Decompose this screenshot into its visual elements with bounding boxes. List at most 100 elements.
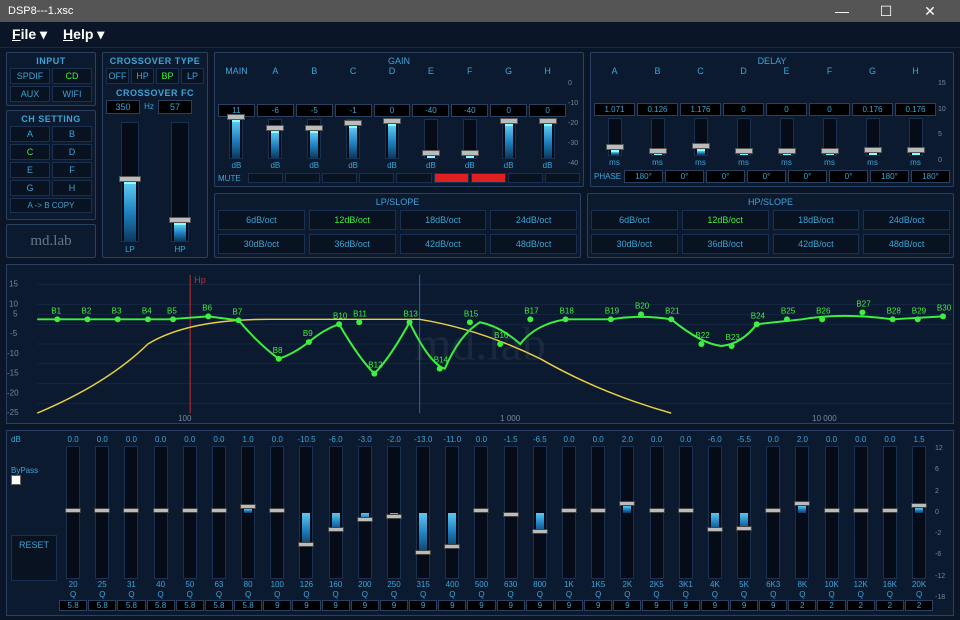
delay-slider-A[interactable] — [608, 118, 622, 157]
mute-7[interactable] — [508, 173, 543, 183]
eq-slider-9[interactable] — [329, 446, 343, 579]
ch-G[interactable]: G — [10, 180, 50, 196]
eq-slider-8[interactable] — [299, 446, 313, 579]
xover-hp-slider[interactable] — [171, 122, 189, 242]
eq-q-12[interactable]: 9 — [409, 600, 437, 611]
gain-value-E[interactable]: -40 — [412, 104, 449, 117]
eq-q-20[interactable]: 9 — [642, 600, 670, 611]
xover-type-lp[interactable]: LP — [181, 68, 204, 84]
delay-value-C[interactable]: 1.176 — [680, 103, 721, 116]
eq-slider-1[interactable] — [95, 446, 109, 579]
eq-q-10[interactable]: 9 — [351, 600, 379, 611]
gain-slider-D[interactable] — [385, 119, 399, 159]
menu-help[interactable]: Help ▾ — [57, 24, 110, 45]
eq-slider-4[interactable] — [183, 446, 197, 579]
eq-slider-13[interactable] — [445, 446, 459, 579]
bypass-checkbox[interactable] — [11, 475, 21, 485]
eq-slider-24[interactable] — [766, 446, 780, 579]
mute-8[interactable] — [545, 173, 580, 183]
eq-slider-16[interactable] — [533, 446, 547, 579]
eq-q-19[interactable]: 9 — [613, 600, 641, 611]
delay-slider-E[interactable] — [780, 118, 794, 157]
freq-response-graph[interactable]: md.lab 15105-5-10-15-20-25 1001 00010 00… — [6, 264, 954, 424]
gain-value-A[interactable]: -6 — [257, 104, 294, 117]
phase-0[interactable]: 180° — [624, 170, 663, 183]
phase-7[interactable]: 180° — [911, 170, 950, 183]
mute-1[interactable] — [285, 173, 320, 183]
delay-slider-G[interactable] — [866, 118, 880, 157]
lp-slope-7[interactable]: 48dB/oct — [490, 234, 577, 254]
ch-C[interactable]: C — [10, 144, 50, 160]
gain-value-F[interactable]: -40 — [451, 104, 488, 117]
gain-slider-H[interactable] — [541, 119, 555, 159]
input-spdif[interactable]: SPDIF — [10, 68, 50, 84]
gain-slider-F[interactable] — [463, 119, 477, 159]
gain-slider-A[interactable] — [268, 119, 282, 159]
gain-value-C[interactable]: -1 — [335, 104, 372, 117]
eq-q-21[interactable]: 9 — [672, 600, 700, 611]
eq-q-14[interactable]: 9 — [467, 600, 495, 611]
phase-5[interactable]: 0° — [829, 170, 868, 183]
lp-slope-3[interactable]: 24dB/oct — [490, 210, 577, 230]
delay-slider-F[interactable] — [823, 118, 837, 157]
eq-slider-10[interactable] — [358, 446, 372, 579]
eq-q-8[interactable]: 9 — [292, 600, 320, 611]
ch-D[interactable]: D — [52, 144, 92, 160]
xover-lp-slider[interactable] — [121, 122, 139, 242]
ab-copy-button[interactable]: A -> B COPY — [10, 198, 92, 213]
gain-slider-E[interactable] — [424, 119, 438, 159]
hp-slope-7[interactable]: 48dB/oct — [863, 234, 950, 254]
gain-value-G[interactable]: 0 — [490, 104, 527, 117]
xover-type-hp[interactable]: HP — [131, 68, 154, 84]
gain-slider-G[interactable] — [502, 119, 516, 159]
phase-1[interactable]: 0° — [665, 170, 704, 183]
maximize-icon[interactable]: ☐ — [864, 1, 908, 21]
eq-slider-11[interactable] — [387, 446, 401, 579]
ch-B[interactable]: B — [52, 126, 92, 142]
delay-value-H[interactable]: 0.176 — [895, 103, 936, 116]
phase-2[interactable]: 0° — [706, 170, 745, 183]
phase-4[interactable]: 0° — [788, 170, 827, 183]
hp-slope-3[interactable]: 24dB/oct — [863, 210, 950, 230]
hp-slope-1[interactable]: 12dB/oct — [682, 210, 769, 230]
mute-3[interactable] — [359, 173, 394, 183]
eq-slider-26[interactable] — [825, 446, 839, 579]
eq-q-18[interactable]: 9 — [584, 600, 612, 611]
mute-2[interactable] — [322, 173, 357, 183]
mute-6[interactable] — [471, 173, 506, 183]
eq-slider-15[interactable] — [504, 446, 518, 579]
lp-slope-4[interactable]: 30dB/oct — [218, 234, 305, 254]
lp-slope-5[interactable]: 36dB/oct — [309, 234, 396, 254]
delay-slider-H[interactable] — [909, 118, 923, 157]
gain-slider-MAIN[interactable] — [229, 119, 243, 159]
delay-slider-C[interactable] — [694, 118, 708, 157]
eq-q-13[interactable]: 9 — [438, 600, 466, 611]
eq-slider-22[interactable] — [708, 446, 722, 579]
eq-slider-6[interactable] — [241, 446, 255, 579]
ch-A[interactable]: A — [10, 126, 50, 142]
xover-type-off[interactable]: OFF — [106, 68, 129, 84]
phase-6[interactable]: 180° — [870, 170, 909, 183]
eq-q-26[interactable]: 2 — [817, 600, 845, 611]
hp-slope-0[interactable]: 6dB/oct — [591, 210, 678, 230]
eq-slider-7[interactable] — [270, 446, 284, 579]
eq-q-16[interactable]: 9 — [526, 600, 554, 611]
eq-q-9[interactable]: 9 — [322, 600, 350, 611]
ch-F[interactable]: F — [52, 162, 92, 178]
xover-lp-value[interactable]: 350 — [106, 100, 140, 114]
delay-value-B[interactable]: 0.126 — [637, 103, 678, 116]
eq-slider-17[interactable] — [562, 446, 576, 579]
eq-slider-12[interactable] — [416, 446, 430, 579]
lp-slope-2[interactable]: 18dB/oct — [400, 210, 487, 230]
delay-slider-D[interactable] — [737, 118, 751, 157]
eq-slider-20[interactable] — [650, 446, 664, 579]
gain-value-H[interactable]: 0 — [529, 104, 566, 117]
eq-q-2[interactable]: 5.8 — [117, 600, 145, 611]
delay-value-A[interactable]: 1.071 — [594, 103, 635, 116]
mute-0[interactable] — [248, 173, 283, 183]
menu-file[interactable]: File ▾ — [6, 24, 53, 45]
eq-q-5[interactable]: 5.8 — [205, 600, 233, 611]
eq-slider-19[interactable] — [620, 446, 634, 579]
input-cd[interactable]: CD — [52, 68, 92, 84]
eq-q-28[interactable]: 2 — [876, 600, 904, 611]
